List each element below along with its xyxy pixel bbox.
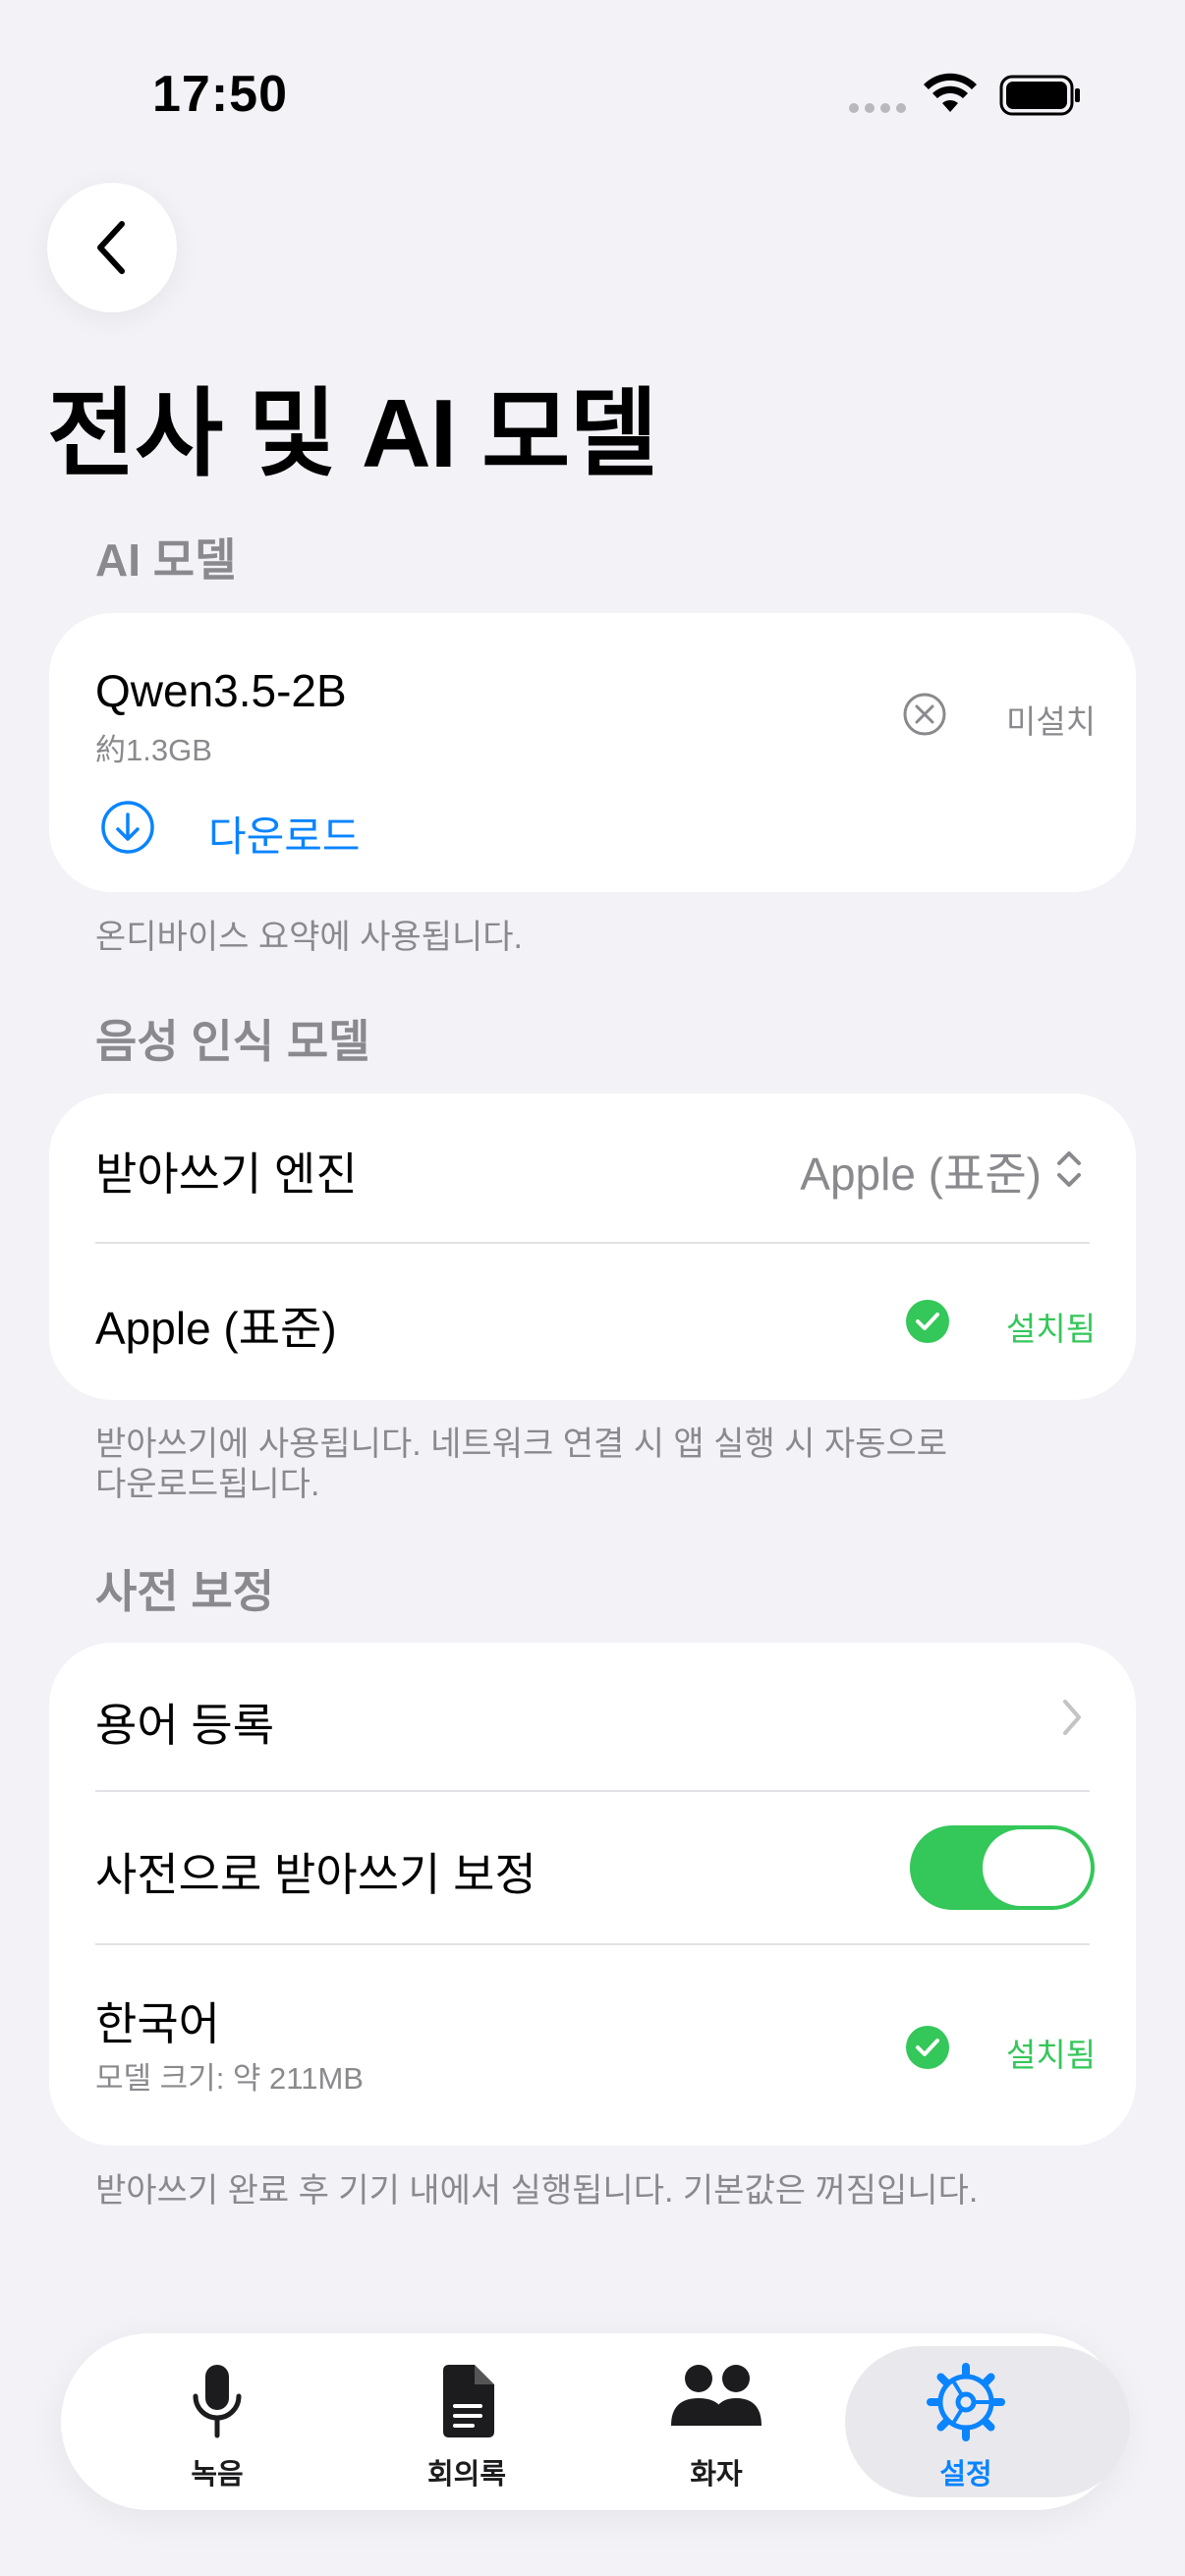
dictionary-toggle-switch[interactable] [910, 1825, 1095, 1910]
back-button[interactable] [47, 183, 177, 312]
people-icon [671, 2365, 762, 2426]
installed-check-icon [906, 1300, 949, 1343]
language-label: 한국어 [95, 1998, 220, 2049]
engine-item-label: Apple (표준) [95, 1303, 337, 1354]
engine-value: Apple (표준) [800, 1148, 1042, 1200]
dictionary-section-header: 사전 보정 [95, 1566, 275, 1617]
tab-bar: 녹음 회의록 화자 설정 [61, 2333, 1130, 2510]
speech-footnote-line2: 다운로드됩니다. [95, 1466, 320, 1503]
language-model-row: 한국어 모델 크기: 약 211MB 설치됨 [49, 1945, 1136, 2146]
tab-label: 회의록 [426, 2459, 507, 2491]
model-size: 約1.3GB [95, 733, 212, 767]
status-time: 17:50 [152, 66, 288, 123]
download-label: 다운로드 [208, 813, 361, 860]
download-button[interactable]: 다운로드 [100, 790, 454, 868]
ai-model-section-header: AI 모델 [95, 534, 237, 586]
page-title: 전사 및 AI 모델 [47, 379, 657, 487]
ai-model-card: Qwen3.5-2B 約1.3GB 미설치 다운로드 [49, 613, 1136, 892]
speech-model-card: 받아쓰기 엔진 Apple (표준) Apple (표준) 설치됨 [49, 1093, 1136, 1400]
engine-label: 받아쓰기 엔진 [95, 1148, 358, 1200]
tab-record[interactable]: 녹음 [94, 2333, 340, 2510]
chevron-right-icon [1063, 1700, 1081, 1735]
settings-screen: 17:50 전사 및 AI 모델 AI 모델 Qwen3.5-2B 約1.3GB… [0, 0, 1185, 2576]
engine-item-status: 설치됨 [1006, 1311, 1097, 1347]
model-status: 미설치 [1006, 703, 1097, 740]
tab-speakers[interactable]: 화자 [593, 2333, 839, 2510]
chevron-up-down-icon [1057, 1151, 1081, 1187]
speech-section-header: 음성 인식 모델 [95, 1016, 370, 1067]
cellular-dots-icon [849, 103, 906, 113]
term-register-row[interactable]: 용어 등록 [49, 1643, 1136, 1790]
engine-picker-row[interactable]: 받아쓰기 엔진 Apple (표준) [49, 1093, 1136, 1243]
model-name: Qwen3.5-2B [95, 665, 347, 716]
tab-label: 화자 [690, 2459, 743, 2491]
dictionary-toggle-row: 사전으로 받아쓰기 보정 [49, 1792, 1136, 1943]
speech-footnote: 받아쓰기에 사용됩니다. 네트워크 연결 시 앱 실행 시 자동으로 다운로드됩… [95, 1425, 1117, 1505]
not-installed-icon [903, 693, 946, 736]
tab-settings[interactable]: 설정 [843, 2333, 1130, 2510]
ai-model-footnote: 온디바이스 요약에 사용됩니다. [95, 919, 523, 956]
download-icon [101, 801, 154, 854]
language-size: 모델 크기: 약 211MB [95, 2061, 364, 2096]
dictionary-toggle-label: 사전으로 받아쓰기 보정 [95, 1849, 536, 1900]
chevron-left-icon [97, 221, 125, 274]
gear-icon [927, 2363, 1005, 2441]
term-register-label: 용어 등록 [95, 1700, 275, 1751]
language-status: 설치됨 [1006, 2037, 1097, 2073]
battery-icon [999, 75, 1080, 116]
dictionary-card: 용어 등록 사전으로 받아쓰기 보정 한국어 모델 크기: 약 211MB 설치… [49, 1643, 1136, 2146]
mic-icon [193, 2365, 242, 2438]
tab-label: 녹음 [191, 2459, 244, 2491]
dictionary-footnote: 받아쓰기 완료 후 기기 내에서 실행됩니다. 기본값은 꺼짐입니다. [95, 2172, 979, 2210]
tab-label: 설정 [939, 2459, 992, 2491]
document-icon [443, 2365, 494, 2437]
installed-check-icon [906, 2026, 949, 2069]
wifi-icon [924, 73, 977, 112]
engine-item-row: Apple (표준) 설치됨 [49, 1244, 1136, 1399]
toggle-knob [983, 1829, 1091, 1906]
speech-footnote-line1: 받아쓰기에 사용됩니다. 네트워크 연결 시 앱 실행 시 자동으로 [95, 1426, 948, 1463]
tab-minutes[interactable]: 회의록 [344, 2333, 590, 2510]
